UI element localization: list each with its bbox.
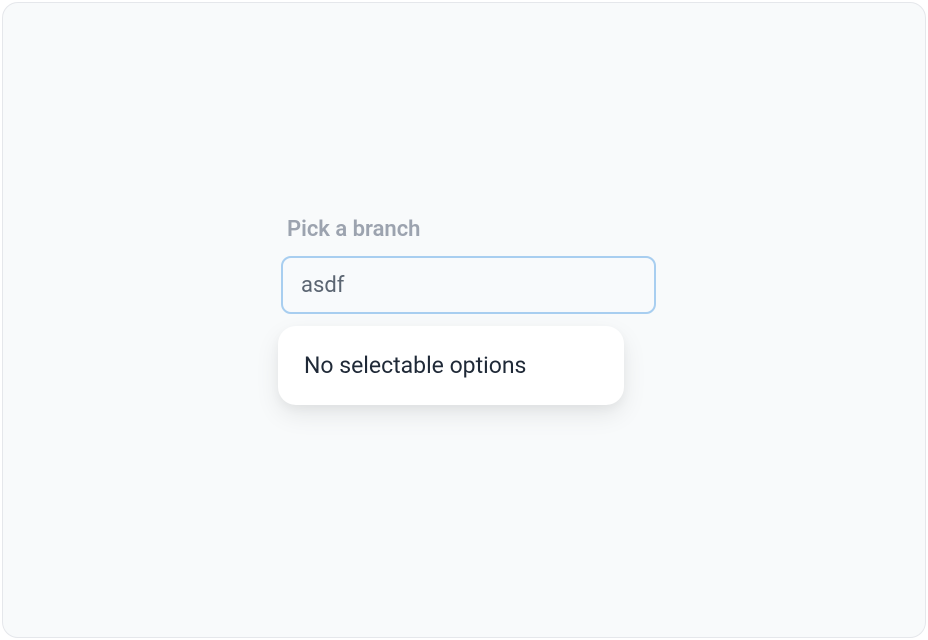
branch-combobox-input[interactable] xyxy=(281,256,656,314)
combobox-dropdown[interactable]: No selectable options xyxy=(278,326,624,405)
main-panel: Pick a branch No selectable options xyxy=(2,2,926,638)
field-label: Pick a branch xyxy=(281,217,656,242)
dropdown-empty-message: No selectable options xyxy=(304,352,598,379)
